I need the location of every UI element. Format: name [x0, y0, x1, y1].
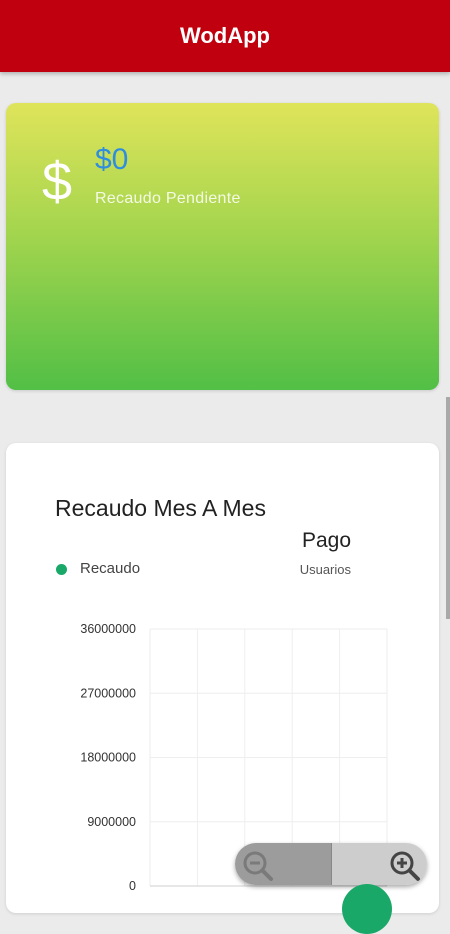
- app-bar: WodApp: [0, 0, 450, 72]
- dollar-icon: $: [42, 152, 73, 212]
- zoom-in-icon: [390, 851, 420, 881]
- app-title: WodApp: [179, 23, 270, 48]
- pending-amount: $0: [95, 143, 129, 176]
- pending-label: Recaudo Pendiente: [95, 190, 241, 207]
- scrollbar[interactable]: [446, 397, 450, 619]
- y-tick-label: 0: [129, 879, 136, 893]
- pending-collection-card[interactable]: $ $0 Recaudo Pendiente: [6, 103, 439, 390]
- y-tick-label: 36000000: [80, 622, 136, 636]
- zoom-control: [235, 843, 427, 885]
- y-tick-label: 9000000: [87, 815, 136, 829]
- zoom-out-button[interactable]: [235, 843, 331, 885]
- y-tick-label: 27000000: [80, 686, 136, 700]
- floating-action-button[interactable]: [342, 884, 392, 934]
- zoom-in-button[interactable]: [330, 843, 427, 885]
- zoom-out-icon: [243, 851, 273, 881]
- y-tick-label: 18000000: [80, 751, 136, 765]
